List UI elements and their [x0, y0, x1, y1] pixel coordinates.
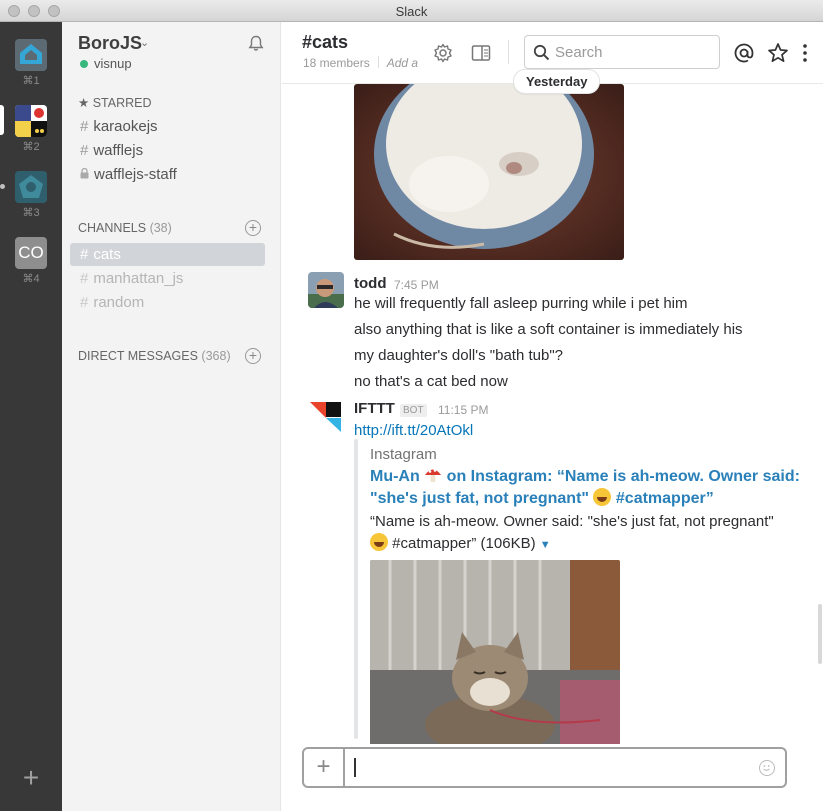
- channel-sidebar: BoroJS ⌄ visnup ★ STARRED # karaokejs # wa…: [62, 22, 281, 811]
- cat-photo-2[interactable]: [370, 560, 620, 744]
- add-topic-link[interactable]: Add a: [387, 56, 418, 70]
- team-shortcut: ⌘1: [22, 75, 40, 87]
- message-list: todd 7:45 PM he will frequently fall asl…: [282, 84, 823, 744]
- presence-icon: [80, 60, 88, 68]
- message-text: also anything that is like a soft contai…: [354, 321, 743, 338]
- message-text: my daughter's doll's "bath tub"?: [354, 347, 563, 364]
- add-channel-icon[interactable]: +: [245, 220, 261, 236]
- team-icon-4[interactable]: CO: [15, 237, 47, 269]
- attachment-text: “Name is ah-meow. Owner said: "she's jus…: [370, 513, 774, 530]
- message-link[interactable]: http://ift.tt/20AtOkl: [354, 422, 473, 439]
- add-dm-icon[interactable]: +: [245, 348, 261, 364]
- message-author[interactable]: todd: [354, 275, 386, 292]
- team-shortcut: ⌘2: [22, 141, 40, 153]
- scrollbar[interactable]: [818, 604, 822, 664]
- window-title: Slack: [395, 4, 428, 19]
- unread-dot: [0, 184, 5, 189]
- team-icon-borojs[interactable]: [15, 39, 47, 71]
- attachment-title[interactable]: Mu-An on Instagram: “Name is ah-meow. Ow…: [370, 466, 800, 488]
- ifttt-logo-icon[interactable]: [308, 398, 344, 434]
- sidebar-item-karaokejs[interactable]: # karaokejs: [70, 115, 265, 138]
- starred-header: ★ STARRED: [78, 96, 152, 110]
- attachment-title-cont[interactable]: "she's just fat, not pregnant" #catmappe…: [370, 488, 714, 510]
- team-shortcut: ⌘4: [22, 273, 40, 285]
- attachment-border: [354, 439, 358, 739]
- message-author[interactable]: IFTTT: [354, 400, 395, 417]
- chevron-down-icon[interactable]: ⌄: [140, 36, 149, 49]
- sidebar-item-wafflejs[interactable]: # wafflejs: [70, 139, 265, 162]
- expand-caret-icon[interactable]: ▼: [540, 539, 551, 551]
- message-text: no that's a cat bed now: [354, 373, 508, 390]
- current-user[interactable]: visnup: [80, 56, 132, 71]
- star-icon: ★: [78, 96, 90, 110]
- mushroom-emoji-icon: [424, 466, 442, 484]
- search-input[interactable]: Search: [524, 35, 720, 69]
- laughing-emoji-icon: [370, 533, 388, 551]
- details-pane-icon[interactable]: [470, 42, 492, 64]
- mentions-icon[interactable]: [733, 42, 755, 64]
- team-switcher: ⌘1 ⌘2 ⌘3 CO ⌘4 +: [0, 22, 62, 811]
- active-team-indicator: [0, 105, 4, 135]
- search-icon: [533, 44, 550, 61]
- message-input[interactable]: +: [302, 747, 787, 788]
- team-icon-2[interactable]: [15, 105, 47, 137]
- channels-header[interactable]: CHANNELS (38): [78, 221, 172, 235]
- sidebar-item-cats[interactable]: # cats: [70, 243, 265, 266]
- cat-photo-1[interactable]: [354, 84, 624, 260]
- team-name[interactable]: BoroJS: [78, 33, 142, 54]
- emoji-picker-icon[interactable]: [759, 760, 775, 776]
- message-timestamp[interactable]: 11:15 PM: [438, 403, 488, 417]
- sidebar-item-random[interactable]: # random: [70, 291, 265, 314]
- team-icon-3[interactable]: [15, 171, 47, 203]
- bell-icon[interactable]: [248, 35, 264, 57]
- attachment-service: Instagram: [370, 446, 437, 463]
- member-count[interactable]: 18 members: [303, 56, 370, 70]
- attachment-text-cont: #catmapper” (106KB) ▼: [370, 533, 551, 556]
- user-name: visnup: [94, 56, 132, 71]
- message-timestamp[interactable]: 7:45 PM: [394, 278, 439, 292]
- channel-title[interactable]: #cats: [302, 32, 348, 53]
- text-caret: [354, 758, 356, 777]
- laughing-emoji-icon: [593, 488, 612, 506]
- add-team-icon[interactable]: +: [19, 764, 43, 792]
- day-divider: Yesterday: [513, 69, 601, 94]
- window-titlebar: Slack: [0, 0, 823, 22]
- star-icon[interactable]: [767, 42, 789, 64]
- avatar[interactable]: [308, 272, 344, 308]
- bot-badge: BOT: [400, 404, 427, 417]
- add-attachment-button[interactable]: +: [304, 749, 345, 786]
- message-pane: #cats 18 members Add a Search Yesterday: [282, 22, 823, 811]
- more-options-icon[interactable]: [800, 42, 822, 64]
- message-text: he will frequently fall asleep purring w…: [354, 295, 688, 312]
- sidebar-item-manhattan-js[interactable]: # manhattan_js: [70, 267, 265, 290]
- sidebar-item-wafflejs-staff[interactable]: wafflejs-staff: [70, 163, 265, 186]
- channel-meta: 18 members Add a: [303, 56, 418, 70]
- header-divider: [508, 40, 509, 64]
- direct-messages-header[interactable]: DIRECT MESSAGES (368): [78, 349, 231, 363]
- search-placeholder: Search: [555, 44, 603, 61]
- lock-icon: [80, 166, 89, 183]
- team-shortcut: ⌘3: [22, 207, 40, 219]
- gear-icon[interactable]: [432, 42, 454, 64]
